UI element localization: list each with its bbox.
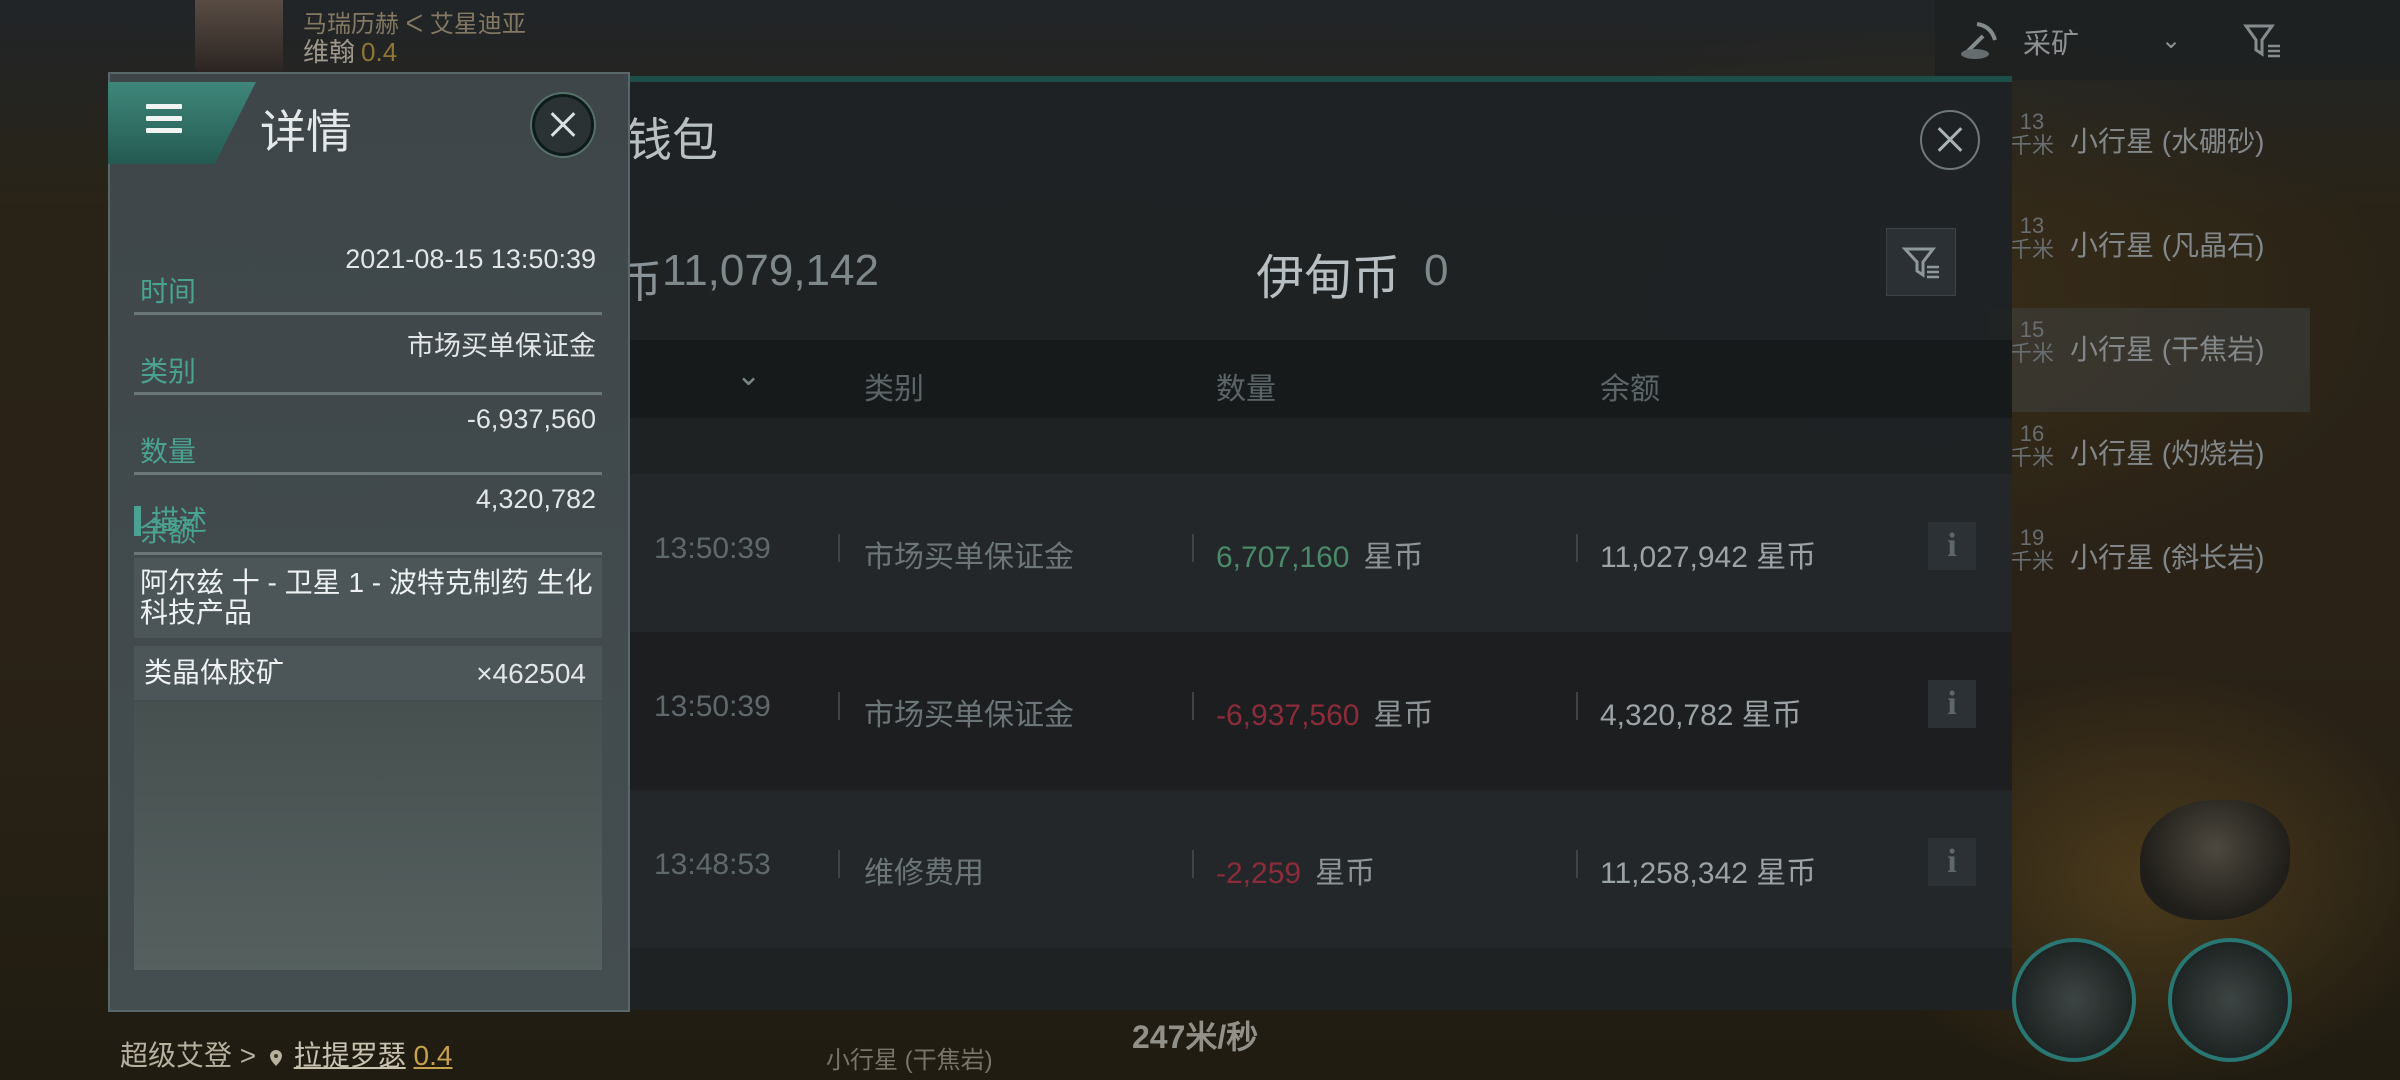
description-empty-area: [134, 702, 602, 970]
wallet-balance-row: 币 11,079,142 伊甸币 0: [618, 212, 2012, 322]
column-header-category[interactable]: 类别: [864, 364, 924, 408]
plex-balance-label: 伊甸币: [1256, 252, 1401, 305]
detail-title: 详情: [260, 106, 352, 158]
column-divider: [1192, 850, 1194, 878]
detail-time-row: 时间 2021-08-15 13:50:39: [134, 234, 602, 315]
detail-amount-label: 数量: [140, 436, 197, 467]
transaction-amount: 6,707,160 星币: [1216, 532, 1423, 576]
amount-unit: 星币: [1315, 857, 1376, 890]
menu-icon[interactable]: [146, 104, 182, 134]
plex-balance-value: 0: [1424, 246, 1449, 295]
isk-balance-value: 11,079,142: [662, 246, 879, 295]
detail-tab: [108, 82, 256, 164]
amount-unit: 星币: [1373, 699, 1434, 732]
detail-category-value: 市场买单保证金: [407, 331, 596, 361]
transaction-row[interactable]: 13:50:39 市场买单保证金 6,707,160 星币 11,027,942 …: [618, 474, 2012, 632]
location-breadcrumb: 超级艾登 > 拉提罗瑟 0.4: [120, 1034, 452, 1074]
location-pin-icon: [269, 1050, 282, 1066]
description-item-quantity: ×462504: [476, 658, 586, 689]
detail-balance-value: 4,320,782: [475, 484, 596, 514]
transaction-category: 市场买单保证金: [864, 699, 1074, 732]
column-divider: [838, 534, 840, 562]
column-divider: [838, 850, 840, 878]
wallet-close-button[interactable]: [1920, 110, 1980, 170]
transaction-category: 市场买单保证金: [864, 541, 1074, 574]
transaction-balance: 11,027,942 星币: [1600, 541, 1817, 574]
column-divider: [838, 692, 840, 720]
info-icon[interactable]: i: [1928, 680, 1976, 728]
transaction-balance: 11,258,342 星币: [1600, 857, 1817, 890]
info-icon[interactable]: i: [1928, 522, 1976, 570]
region-name: 超级艾登: [120, 1040, 233, 1071]
column-divider: [1192, 692, 1194, 720]
transaction-row[interactable]: 13:50:39 市场买单保证金 -6,937,560 星币 4,320,782 …: [618, 632, 2012, 790]
breadcrumb-separator: >: [239, 1040, 257, 1071]
transaction-time: 13:50:39: [654, 532, 771, 565]
detail-close-button[interactable]: [532, 94, 594, 156]
transaction-time: 13:50:39: [654, 690, 771, 723]
transaction-time: 13:48:53: [654, 848, 771, 881]
column-divider: [1576, 692, 1578, 720]
sort-chevron-down-icon[interactable]: ⌄: [736, 358, 761, 393]
amount-value: 6,707,160: [1216, 541, 1350, 574]
column-header-balance[interactable]: 余额: [1600, 364, 1660, 408]
detail-amount-row: 数量 -6,937,560: [134, 394, 602, 475]
column-header-amount[interactable]: 数量: [1216, 364, 1276, 408]
system-security-status: 0.4: [413, 1040, 453, 1071]
description-location: 阿尔兹 十 - 卫星 1 - 波特克制药 生化科技产品: [140, 567, 593, 628]
wallet-title: 钱包: [626, 114, 718, 166]
detail-time-label: 时间: [140, 276, 197, 307]
description-item-name: 类晶体胶矿: [144, 657, 285, 688]
transaction-category: 维修费用: [864, 857, 984, 890]
detail-amount-value: -6,937,560: [466, 404, 596, 434]
detail-time-value: 2021-08-15 13:50:39: [345, 244, 596, 274]
amount-unit: 星币: [1363, 541, 1424, 574]
detail-category-label: 类别: [140, 356, 197, 387]
transaction-amount: -2,259 星币: [1216, 848, 1375, 892]
column-divider: [1192, 534, 1194, 562]
amount-value: -2,259: [1216, 857, 1302, 890]
wallet-window: 钱包 币 11,079,142 伊甸币 0 ⌄ 类别 数量 余额 13:50:3…: [618, 76, 2012, 1010]
description-item-row[interactable]: 类晶体胶矿 ×462504: [134, 646, 602, 700]
amount-value: -6,937,560: [1216, 699, 1360, 732]
column-divider: [1576, 850, 1578, 878]
transaction-balance: 4,320,782 星币: [1600, 699, 1802, 732]
wallet-filter-icon[interactable]: [1886, 228, 1956, 296]
detail-category-row: 类别 市场买单保证金: [134, 314, 602, 395]
detail-panel: 详情 时间 2021-08-15 13:50:39 类别 市场买单保证金 数量 …: [108, 72, 630, 1012]
transaction-amount: -6,937,560 星币: [1216, 690, 1433, 734]
transactions-table-header: ⌄ 类别 数量 余额: [618, 340, 2012, 418]
detail-description-heading: 描述: [134, 506, 207, 536]
info-icon[interactable]: i: [1928, 838, 1976, 886]
column-divider: [1576, 534, 1578, 562]
transaction-row[interactable]: 13:48:53 维修费用 -2,259 星币 11,258,342 星币 i: [618, 790, 2012, 948]
system-name-link[interactable]: 拉提罗瑟: [294, 1040, 406, 1071]
description-location-box: 阿尔兹 十 - 卫星 1 - 波特克制药 生化科技产品: [134, 558, 602, 638]
